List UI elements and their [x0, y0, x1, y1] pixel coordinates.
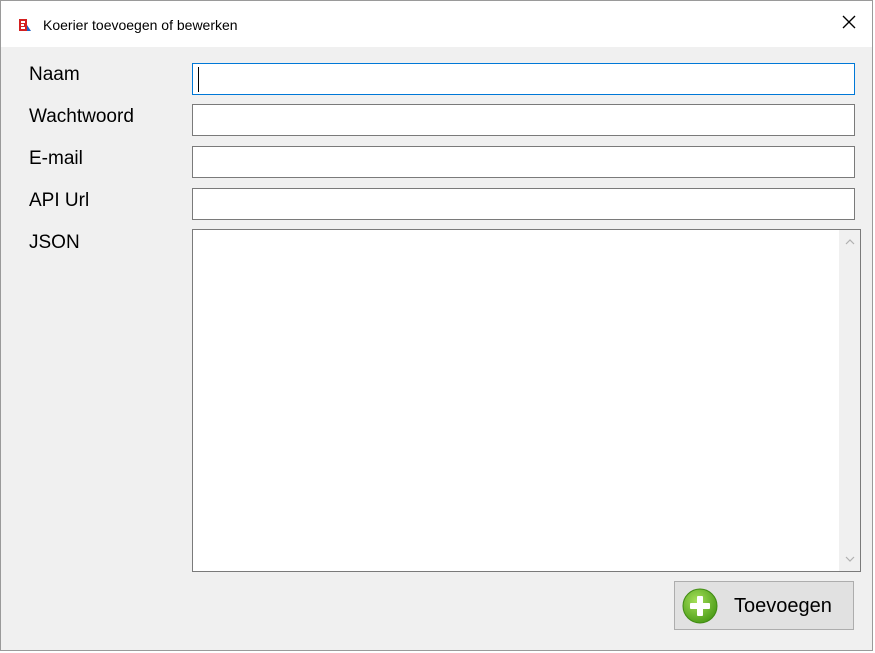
- app-logo-icon: [18, 18, 32, 32]
- name-input[interactable]: [192, 63, 855, 95]
- email-label: E-mail: [29, 148, 83, 169]
- add-button-label: Toevoegen: [734, 595, 832, 617]
- add-button[interactable]: Toevoegen: [674, 581, 854, 630]
- close-button[interactable]: [826, 1, 872, 47]
- json-textarea[interactable]: [192, 229, 861, 572]
- close-icon: [841, 14, 857, 35]
- plus-circle-icon: [682, 588, 718, 624]
- api-url-input[interactable]: [192, 188, 855, 220]
- text-caret: [198, 67, 199, 92]
- title-bar: Koerier toevoegen of bewerken: [1, 1, 872, 47]
- name-label: Naam: [29, 64, 80, 85]
- scroll-up-icon[interactable]: [839, 232, 860, 252]
- json-scrollbar[interactable]: [839, 230, 860, 571]
- email-input[interactable]: [192, 146, 855, 178]
- api-url-label: API Url: [29, 190, 90, 211]
- scroll-down-icon[interactable]: [839, 549, 860, 569]
- json-label: JSON: [29, 232, 80, 253]
- password-label: Wachtwoord: [29, 106, 134, 127]
- courier-dialog: Koerier toevoegen of bewerken Naam Wacht…: [0, 0, 873, 651]
- password-input[interactable]: [192, 104, 855, 136]
- window-title: Koerier toevoegen of bewerken: [43, 17, 238, 33]
